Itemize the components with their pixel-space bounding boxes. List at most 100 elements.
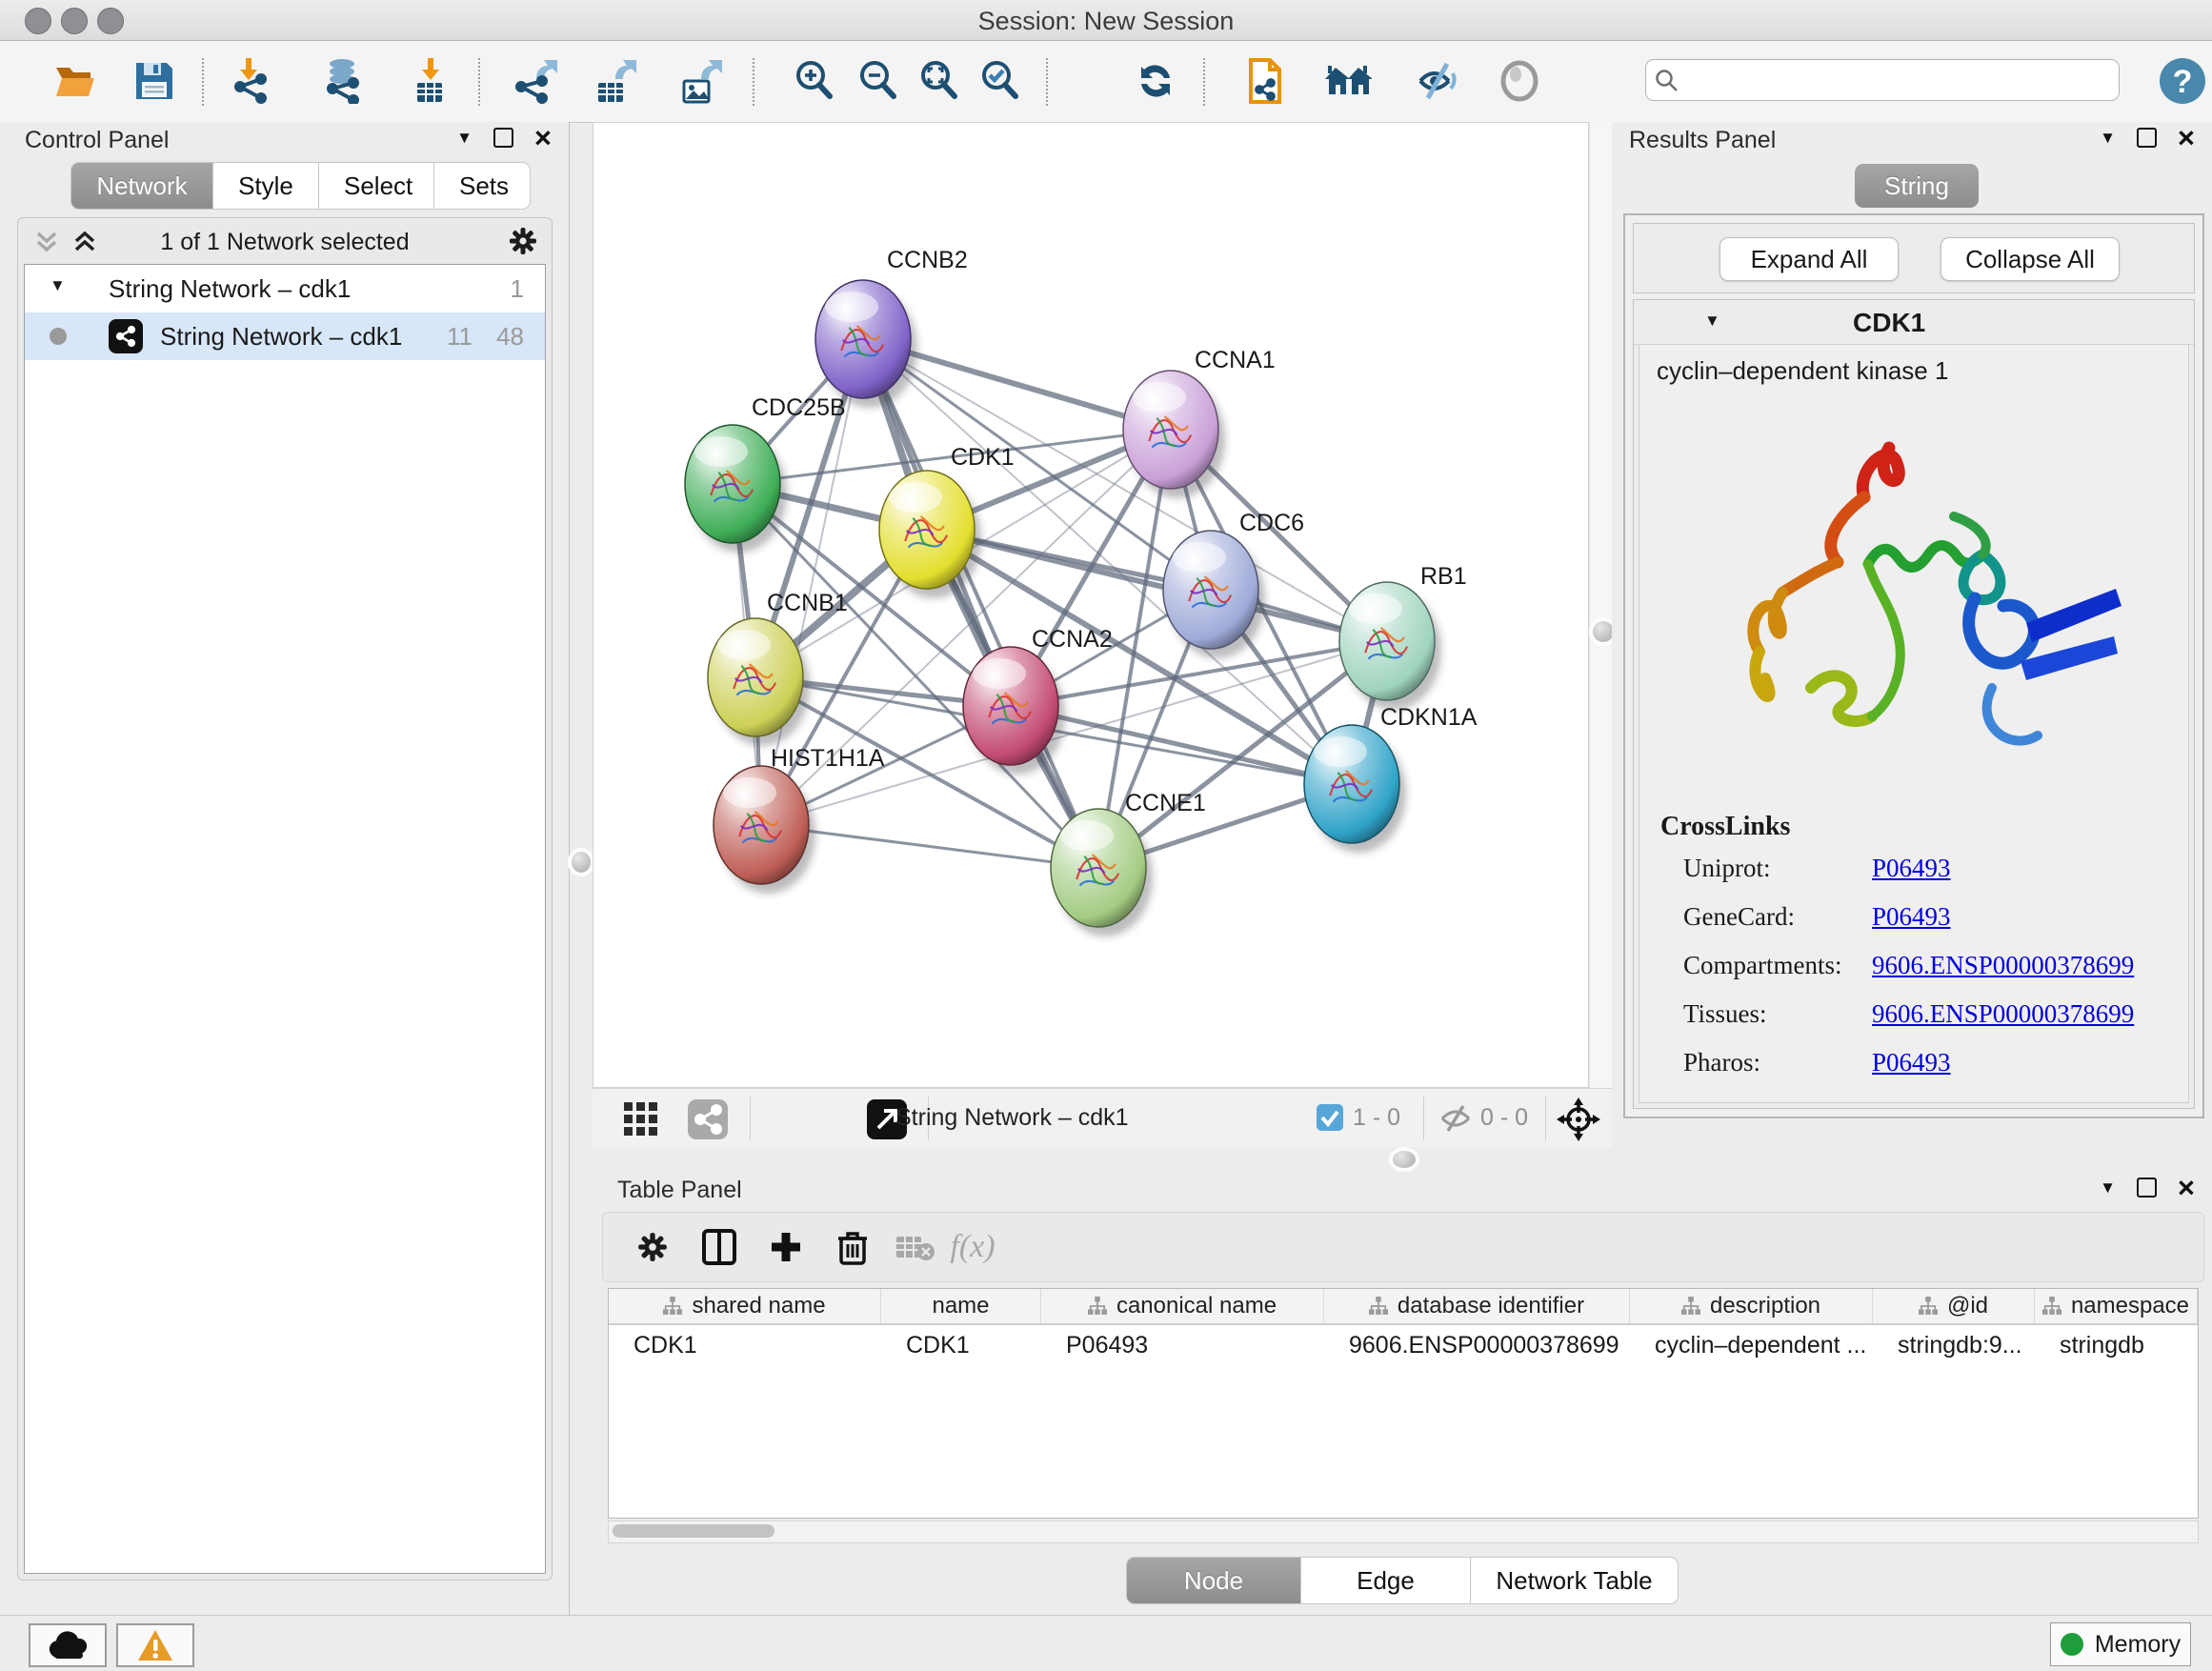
function-builder-button[interactable]: f(x) xyxy=(946,1220,999,1274)
network-node-CCNB2[interactable]: CCNB2 xyxy=(815,247,968,408)
network-edge-cdk1-rb1[interactable] xyxy=(927,530,1387,641)
table-settings-button[interactable] xyxy=(626,1220,679,1274)
tab-network[interactable]: Network xyxy=(70,162,213,210)
network-row[interactable]: String Network – cdk1 11 48 xyxy=(25,312,545,360)
memory-button[interactable]: Memory xyxy=(2050,1622,2191,1666)
canvas-scrollbar-knob[interactable] xyxy=(1593,621,1614,642)
string-style-button[interactable] xyxy=(680,1092,735,1147)
tab-sets[interactable]: Sets xyxy=(434,162,531,210)
panel-menu-icon[interactable]: ▼ xyxy=(456,129,473,148)
table-cell[interactable]: cyclin–dependent ... xyxy=(1630,1325,1873,1365)
network-node-CDK1[interactable]: CDK1 xyxy=(879,444,1015,598)
table-cell[interactable]: CDK1 xyxy=(609,1325,881,1365)
panel-close-icon[interactable]: × xyxy=(2178,129,2195,148)
column-header-database-identifier[interactable]: database identifier xyxy=(1324,1289,1630,1323)
panel-menu-icon[interactable]: ▼ xyxy=(2100,129,2116,148)
scrollbar-thumb[interactable] xyxy=(613,1524,774,1538)
add-column-button[interactable] xyxy=(759,1220,813,1274)
network-node-RB1[interactable]: RB1 xyxy=(1339,563,1467,710)
panel-float-icon[interactable] xyxy=(2137,128,2157,148)
save-session-button[interactable] xyxy=(127,53,182,109)
zoom-fit-icon xyxy=(916,58,962,104)
delete-column-button[interactable] xyxy=(826,1220,879,1274)
network-snapshot-button[interactable] xyxy=(1238,53,1294,109)
collection-expander-icon[interactable]: ▼ xyxy=(50,276,66,295)
export-image-button[interactable] xyxy=(672,53,727,109)
table-cell[interactable]: stringdb xyxy=(2035,1325,2198,1365)
crosslink-link[interactable]: P06493 xyxy=(1872,854,1951,883)
column-header-shared-name[interactable]: shared name xyxy=(609,1289,881,1323)
network-node-HIST1H1A[interactable]: HIST1H1A xyxy=(714,745,885,894)
column-header-namespace[interactable]: namespace xyxy=(2035,1289,2198,1323)
network-node-CDKN1A[interactable]: CDKN1A xyxy=(1304,704,1478,853)
import-network-from-database-button[interactable] xyxy=(316,53,372,109)
open-session-button[interactable] xyxy=(48,53,103,109)
panel-close-icon[interactable]: × xyxy=(2178,1178,2195,1198)
panel-close-icon[interactable]: × xyxy=(534,129,552,148)
crosslink-link[interactable]: P06493 xyxy=(1872,902,1951,932)
node-table[interactable]: shared namenamecanonical namedatabase id… xyxy=(608,1288,2199,1519)
cloud-status-button[interactable] xyxy=(29,1623,107,1667)
network-edge-ccnb2-ccne1[interactable] xyxy=(863,339,1098,868)
tab-style[interactable]: Style xyxy=(213,162,319,210)
export-table-button[interactable] xyxy=(586,53,641,109)
export-network-button[interactable] xyxy=(507,53,562,109)
selected-checkbox-icon[interactable] xyxy=(1317,1104,1343,1131)
column-header-name[interactable]: name xyxy=(881,1289,1041,1323)
tab-select[interactable]: Select xyxy=(319,162,434,210)
show-columns-button[interactable] xyxy=(693,1220,746,1274)
zoom-selected-button[interactable] xyxy=(973,53,1028,109)
tab-network-table[interactable]: Network Table xyxy=(1471,1557,1679,1604)
expand-all-button[interactable]: Expand All xyxy=(1719,237,1899,281)
crosslink-link[interactable]: 9606.ENSP00000378699 xyxy=(1872,951,2134,980)
delete-table-button[interactable] xyxy=(889,1220,942,1274)
table-cell[interactable]: 9606.ENSP00000378699 xyxy=(1324,1325,1630,1365)
table-horizontal-scrollbar[interactable] xyxy=(608,1520,2199,1543)
show-panel-button[interactable] xyxy=(1492,53,1547,109)
eye-slash-icon xyxy=(1415,60,1460,102)
network-node-CCNB1[interactable]: CCNB1 xyxy=(708,590,848,746)
column-header-description[interactable]: description xyxy=(1630,1289,1873,1323)
gene-expander-icon[interactable]: ▼ xyxy=(1704,312,1720,331)
crosslink-link[interactable]: P06493 xyxy=(1872,1048,1951,1077)
crosslink-link[interactable]: 9606.ENSP00000378699 xyxy=(1872,999,2134,1029)
tab-edge-table[interactable]: Edge Table xyxy=(1301,1557,1471,1604)
table-data-row[interactable]: CDK1CDK1P064939606.ENSP00000378699cyclin… xyxy=(609,1325,2198,1365)
search-input[interactable] xyxy=(1645,59,2120,101)
tab-string[interactable]: String xyxy=(1855,164,1979,208)
import-network-button[interactable] xyxy=(224,53,279,109)
network-collection-row[interactable]: ▼ String Network – cdk1 1 xyxy=(25,265,545,312)
tab-node-table[interactable]: Node Table xyxy=(1126,1557,1301,1604)
zoom-in-button[interactable] xyxy=(787,53,842,109)
column-header-canonical-name[interactable]: canonical name xyxy=(1041,1289,1324,1323)
import-table-button[interactable] xyxy=(403,53,458,109)
column-header--id[interactable]: @id xyxy=(1873,1289,2035,1323)
zoom-fit-button[interactable] xyxy=(912,53,967,109)
collapse-all-button[interactable]: Collapse All xyxy=(1941,237,2120,281)
horizontal-splitter-grip[interactable] xyxy=(1393,1151,1416,1168)
node-label-CDC6: CDC6 xyxy=(1239,510,1304,536)
warnings-button[interactable] xyxy=(116,1623,194,1667)
gene-section-header[interactable]: ▼ CDK1 xyxy=(1634,300,2194,345)
table-cell[interactable]: stringdb:9... xyxy=(1873,1325,2035,1365)
table-cell[interactable]: P06493 xyxy=(1041,1325,1324,1365)
panel-menu-icon[interactable]: ▼ xyxy=(2100,1178,2116,1198)
panel-float-icon[interactable] xyxy=(493,128,513,148)
hide-panel-button[interactable] xyxy=(1410,53,1465,109)
network-node-CDC6[interactable]: CDC6 xyxy=(1163,510,1304,658)
table-cell[interactable]: CDK1 xyxy=(881,1325,1041,1365)
birdseye-view-button[interactable] xyxy=(613,1092,669,1147)
help-button[interactable]: ? xyxy=(2155,53,2210,109)
zoom-out-button[interactable] xyxy=(851,53,906,109)
apply-layout-button[interactable] xyxy=(1128,53,1183,109)
network-collection-box: 1 of 1 Network selected ▼ String Network… xyxy=(17,217,553,1580)
fit-selected-button[interactable] xyxy=(1551,1092,1606,1147)
cloud-icon xyxy=(47,1631,89,1660)
network-node-CCNA1[interactable]: CCNA1 xyxy=(1123,347,1276,498)
gear-icon[interactable] xyxy=(508,226,538,256)
home-view-button[interactable] xyxy=(1320,53,1376,109)
string-results-container: Expand All Collapse All ▼ CDK1 cyclin–de… xyxy=(1623,213,2204,1118)
panel-float-icon[interactable] xyxy=(2137,1178,2157,1198)
left-splitter-grip[interactable] xyxy=(572,852,591,873)
network-canvas[interactable]: CCNB2CCNA1CDC25BCDK1CDC6RB1CCNB1CCNA2CDK… xyxy=(593,122,1589,1088)
